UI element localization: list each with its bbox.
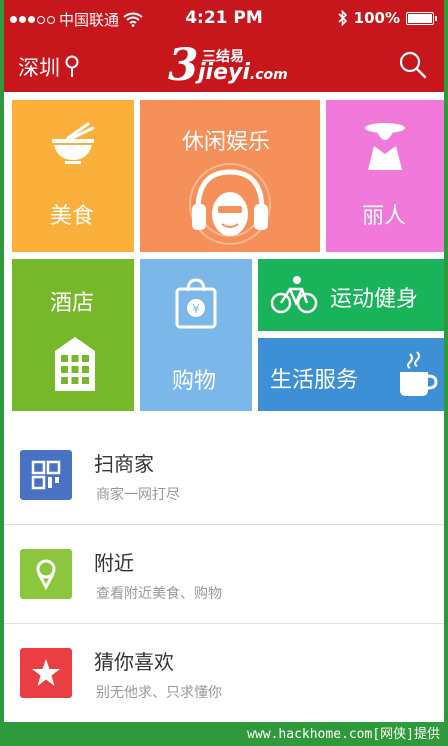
- list-item-subtitle: 别无他求、只求懂你: [96, 685, 222, 701]
- watermark-text: www.hackhome.com[网侠]提供: [247, 723, 440, 742]
- tile-leisure[interactable]: 休闲娱乐: [140, 100, 320, 252]
- app-header: 深圳 3 三结易 jieyi.com: [4, 40, 444, 92]
- logo-english: jieyi.com: [198, 60, 288, 85]
- star-icon: [20, 648, 72, 698]
- tile-food[interactable]: 美食: [12, 100, 134, 252]
- logo-numeral: 3: [168, 40, 199, 91]
- tile-sport-label: 运动健身: [330, 287, 419, 312]
- list-item-title: 扫商家: [94, 452, 154, 476]
- tile-leisure-label: 休闲娱乐: [182, 130, 271, 155]
- search-icon[interactable]: [398, 50, 428, 80]
- tile-food-label: 美食: [50, 204, 95, 229]
- headphones-icon: [189, 163, 271, 245]
- tile-sport[interactable]: 运动健身: [258, 259, 444, 331]
- tile-shopping[interactable]: ¥ 购物: [140, 259, 252, 411]
- battery-percent: 100%: [353, 9, 400, 27]
- battery-info: 100%: [338, 9, 437, 27]
- svg-text:¥: ¥: [192, 302, 200, 316]
- list-item-title: 附近: [94, 551, 134, 575]
- tile-life-label: 生活服务: [270, 368, 359, 393]
- qr-code-icon: [20, 450, 72, 500]
- list-item-title: 猜你喜欢: [94, 650, 174, 674]
- list-item-nearby[interactable]: 附近 查看附近美食、购物: [4, 525, 444, 624]
- coffee-cup-icon: [400, 351, 438, 396]
- list-item-subtitle: 商家一网打尽: [96, 487, 180, 503]
- list-item-scan-merchants[interactable]: 扫商家 商家一网打尽: [4, 426, 444, 525]
- tile-beauty-label: 丽人: [362, 204, 407, 229]
- bicycle-icon: [270, 276, 318, 314]
- app-screen: 中国联通 4:21 PM 100% 深圳 3 三结易 jieyi.com 美食 …: [4, 0, 444, 722]
- status-bar: 中国联通 4:21 PM 100%: [4, 0, 444, 40]
- building-icon: [55, 337, 95, 391]
- noodle-bowl-icon: [52, 122, 95, 164]
- app-logo: 3 三结易 jieyi.com: [168, 40, 298, 91]
- list-item-subtitle: 查看附近美食、购物: [96, 586, 222, 602]
- tile-hotel-label: 酒店: [50, 291, 95, 316]
- tile-beauty[interactable]: 丽人: [326, 100, 444, 252]
- battery-icon: [406, 11, 437, 25]
- list-item-recommend[interactable]: 猜你喜欢 别无他求、只求懂你: [4, 624, 444, 722]
- location-pin-icon: [65, 55, 79, 77]
- location-pin-icon: [20, 549, 72, 599]
- feature-list: 扫商家 商家一网打尽 附近 查看附近美食、购物 猜你喜欢 别无他求、只求懂你: [4, 426, 444, 722]
- shopping-bag-icon: ¥: [175, 278, 217, 329]
- tile-shopping-label: 购物: [172, 369, 217, 394]
- tile-life-services[interactable]: 生活服务: [258, 338, 444, 411]
- tile-hotel[interactable]: 酒店: [12, 259, 134, 411]
- city-selector[interactable]: 深圳: [18, 52, 80, 82]
- bluetooth-icon: [338, 10, 347, 26]
- lady-hat-icon: [365, 123, 405, 170]
- city-name: 深圳: [18, 56, 60, 80]
